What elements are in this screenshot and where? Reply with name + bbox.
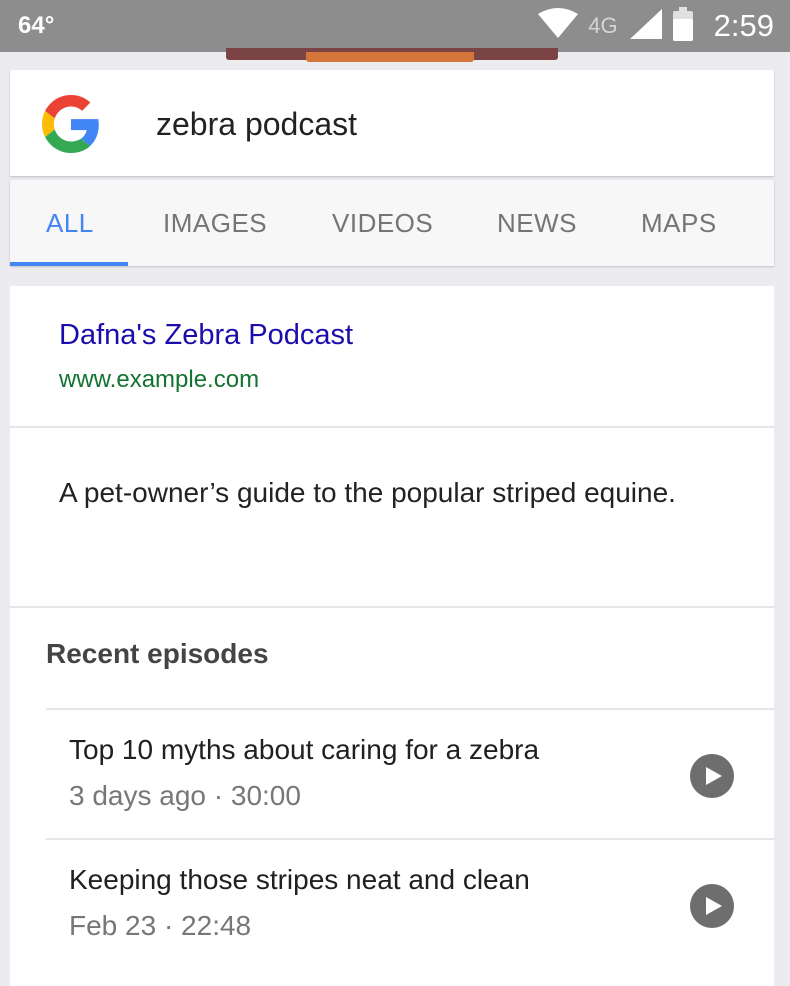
tab-news[interactable]: NEWS bbox=[497, 208, 577, 239]
episode-title[interactable]: Keeping those stripes neat and clean bbox=[69, 864, 530, 896]
network-type: 4G bbox=[588, 13, 618, 38]
result-description-section: A pet-owner’s guide to the popular strip… bbox=[10, 428, 774, 608]
search-bar[interactable] bbox=[10, 70, 774, 176]
battery-icon bbox=[672, 6, 694, 46]
recent-episodes-heading: Recent episodes bbox=[46, 638, 269, 669]
tab-images[interactable]: IMAGES bbox=[163, 208, 267, 239]
tab-videos[interactable]: VIDEOS bbox=[332, 208, 433, 239]
result-description: A pet-owner’s guide to the popular strip… bbox=[59, 477, 676, 508]
result-title-link[interactable]: Dafna's Zebra Podcast bbox=[59, 319, 353, 352]
weather-temperature: 64° bbox=[18, 12, 55, 39]
result-url: www.example.com bbox=[59, 366, 260, 393]
episode-item[interactable]: Keeping those stripes neat and clean Feb… bbox=[46, 838, 774, 968]
episode-item[interactable]: Top 10 myths about caring for a zebra 3 … bbox=[46, 708, 774, 838]
result-header[interactable]: Dafna's Zebra Podcast www.example.com bbox=[10, 286, 774, 428]
tab-maps[interactable]: MAPS bbox=[641, 208, 717, 239]
episode-meta: Feb 23 · 22:48 bbox=[69, 910, 252, 941]
background-card-accent bbox=[306, 52, 474, 62]
wifi-icon bbox=[538, 7, 579, 45]
search-query-text[interactable]: zebra podcast bbox=[156, 106, 357, 143]
tab-all[interactable]: ALL bbox=[46, 208, 94, 239]
episode-meta: 3 days ago · 30:00 bbox=[69, 780, 301, 811]
cell-signal-icon bbox=[629, 8, 662, 44]
play-icon[interactable] bbox=[690, 884, 734, 928]
episode-title[interactable]: Top 10 myths about caring for a zebra bbox=[69, 734, 539, 766]
status-icons: 4G 2:59 bbox=[538, 0, 774, 52]
clock-time: 2:59 bbox=[713, 8, 774, 43]
status-bar: 64° 4G 2:59 bbox=[0, 0, 790, 52]
google-logo-icon bbox=[42, 95, 100, 158]
play-icon[interactable] bbox=[690, 754, 734, 798]
episode-list: Top 10 myths about caring for a zebra 3 … bbox=[46, 708, 774, 968]
active-tab-indicator bbox=[10, 262, 128, 266]
